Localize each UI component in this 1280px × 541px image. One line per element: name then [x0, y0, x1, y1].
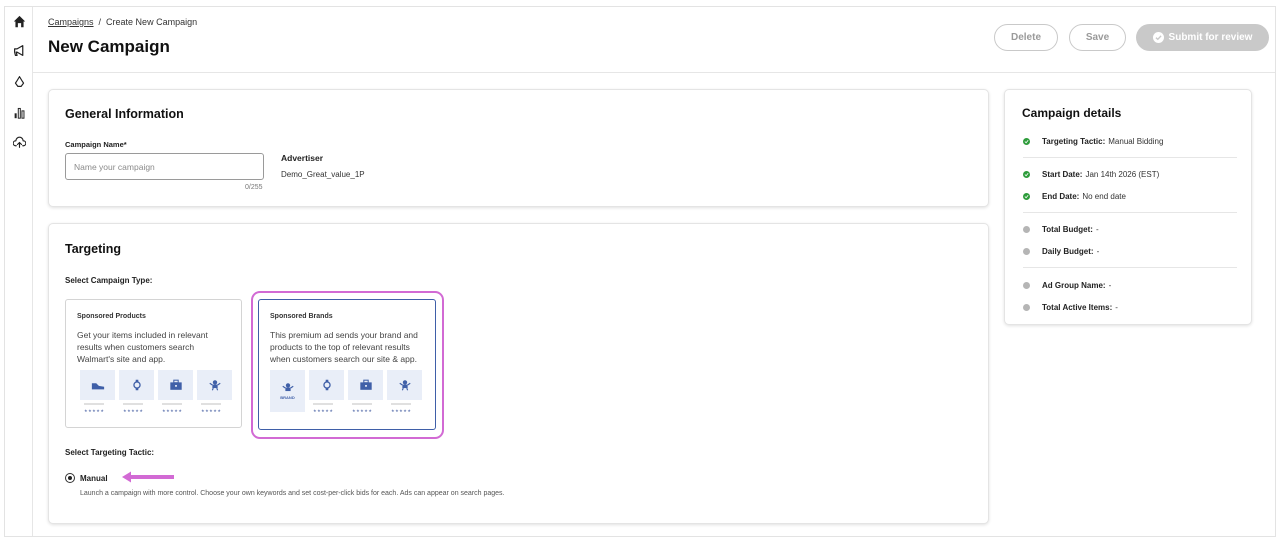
- save-button[interactable]: Save: [1069, 24, 1126, 51]
- campaign-name-input[interactable]: Name your campaign: [65, 153, 264, 180]
- breadcrumb-campaigns-link[interactable]: Campaigns: [48, 17, 94, 27]
- pending-status-icon: [1023, 226, 1030, 233]
- cloud-upload-icon[interactable]: [10, 133, 28, 151]
- advertiser-value: Demo_Great_value_1P: [281, 170, 365, 179]
- check-icon: [1023, 138, 1030, 145]
- detail-targeting-tactic: Targeting Tactic: Manual Bidding: [1023, 137, 1163, 146]
- detail-ad-group-name: Ad Group Name: -: [1023, 281, 1111, 290]
- submit-for-review-button[interactable]: Submit for review: [1136, 24, 1269, 51]
- sidebar: [5, 7, 33, 536]
- check-icon: [1023, 193, 1030, 200]
- detail-end-date: End Date: No end date: [1023, 192, 1126, 201]
- product-thumbnail: ★★★★★: [80, 370, 115, 415]
- detail-total-active-items: Total Active Items: -: [1023, 303, 1118, 312]
- targeting-title: Targeting: [65, 242, 122, 256]
- check-circle-icon: [1152, 32, 1164, 43]
- breadcrumb-separator: /: [98, 17, 102, 27]
- targeting-card: Targeting Select Campaign Type: Sponsore…: [48, 223, 989, 524]
- campaign-type-label: Select Campaign Type:: [65, 276, 153, 285]
- rating-stars: ★★★★★: [201, 408, 222, 413]
- campaign-name-counter: 0/255: [245, 184, 263, 191]
- detail-daily-budget: Daily Budget: -: [1023, 247, 1099, 256]
- campaign-details-card: Campaign details Targeting Tactic: Manual…: [1004, 89, 1252, 325]
- detail-start-date: Start Date: Jan 14th 2026 (EST): [1023, 170, 1159, 179]
- check-icon: [1023, 171, 1030, 178]
- rating-stars: ★★★★★: [162, 408, 183, 413]
- recycle-icon[interactable]: [10, 72, 28, 90]
- bar-chart-icon[interactable]: [10, 103, 28, 121]
- app-window: Campaigns / Create New Campaign New Campai…: [4, 6, 1276, 537]
- product-thumbnail: ★★★★★: [119, 370, 154, 415]
- toy-icon: [208, 380, 221, 391]
- delete-button[interactable]: Delete: [994, 24, 1058, 51]
- sponsored-products-description: Get your items included in relevant resu…: [77, 330, 208, 364]
- annotation-arrow-icon: [122, 471, 174, 483]
- product-thumbnail: ★★★★★: [158, 370, 193, 415]
- breadcrumb-current: Create New Campaign: [106, 17, 198, 27]
- submit-label: Submit for review: [1168, 32, 1253, 43]
- general-information-title: General Information: [65, 107, 184, 121]
- manual-tactic-description: Launch a campaign with more control. Cho…: [80, 490, 505, 497]
- advertiser-label: Advertiser: [281, 153, 324, 163]
- megaphone-icon[interactable]: [10, 41, 28, 59]
- product-thumbnail: ★★★★★: [197, 370, 232, 415]
- campaign-name-label: Campaign Name*: [65, 140, 127, 149]
- general-information-card: General Information Campaign Name* Name …: [48, 89, 989, 207]
- selection-highlight: [251, 291, 444, 439]
- pending-status-icon: [1023, 304, 1030, 311]
- briefcase-icon: [169, 379, 182, 390]
- rating-stars: ★★★★★: [84, 408, 105, 413]
- home-icon[interactable]: [10, 12, 28, 30]
- pending-status-icon: [1023, 248, 1030, 255]
- breadcrumb: Campaigns / Create New Campaign: [48, 17, 197, 27]
- page-header: Campaigns / Create New Campaign New Campai…: [33, 7, 1275, 73]
- campaign-details-title: Campaign details: [1022, 106, 1122, 120]
- shoe-icon: [91, 383, 104, 390]
- targeting-tactic-label: Select Targeting Tactic:: [65, 448, 155, 457]
- sponsored-products-option[interactable]: Sponsored Products Get your items includ…: [65, 299, 242, 428]
- detail-total-budget: Total Budget: -: [1023, 225, 1099, 234]
- manual-radio[interactable]: [65, 473, 75, 483]
- pending-status-icon: [1023, 282, 1030, 289]
- sponsored-products-thumbnails: ★★★★★ ★★★★★ ★★★★★ ★★★★★: [80, 370, 232, 415]
- rating-stars: ★★★★★: [123, 408, 144, 413]
- sponsored-products-title: Sponsored Products: [77, 313, 146, 320]
- manual-option-label[interactable]: Manual: [80, 474, 108, 483]
- watch-icon: [132, 379, 141, 391]
- page-title: New Campaign: [48, 37, 170, 56]
